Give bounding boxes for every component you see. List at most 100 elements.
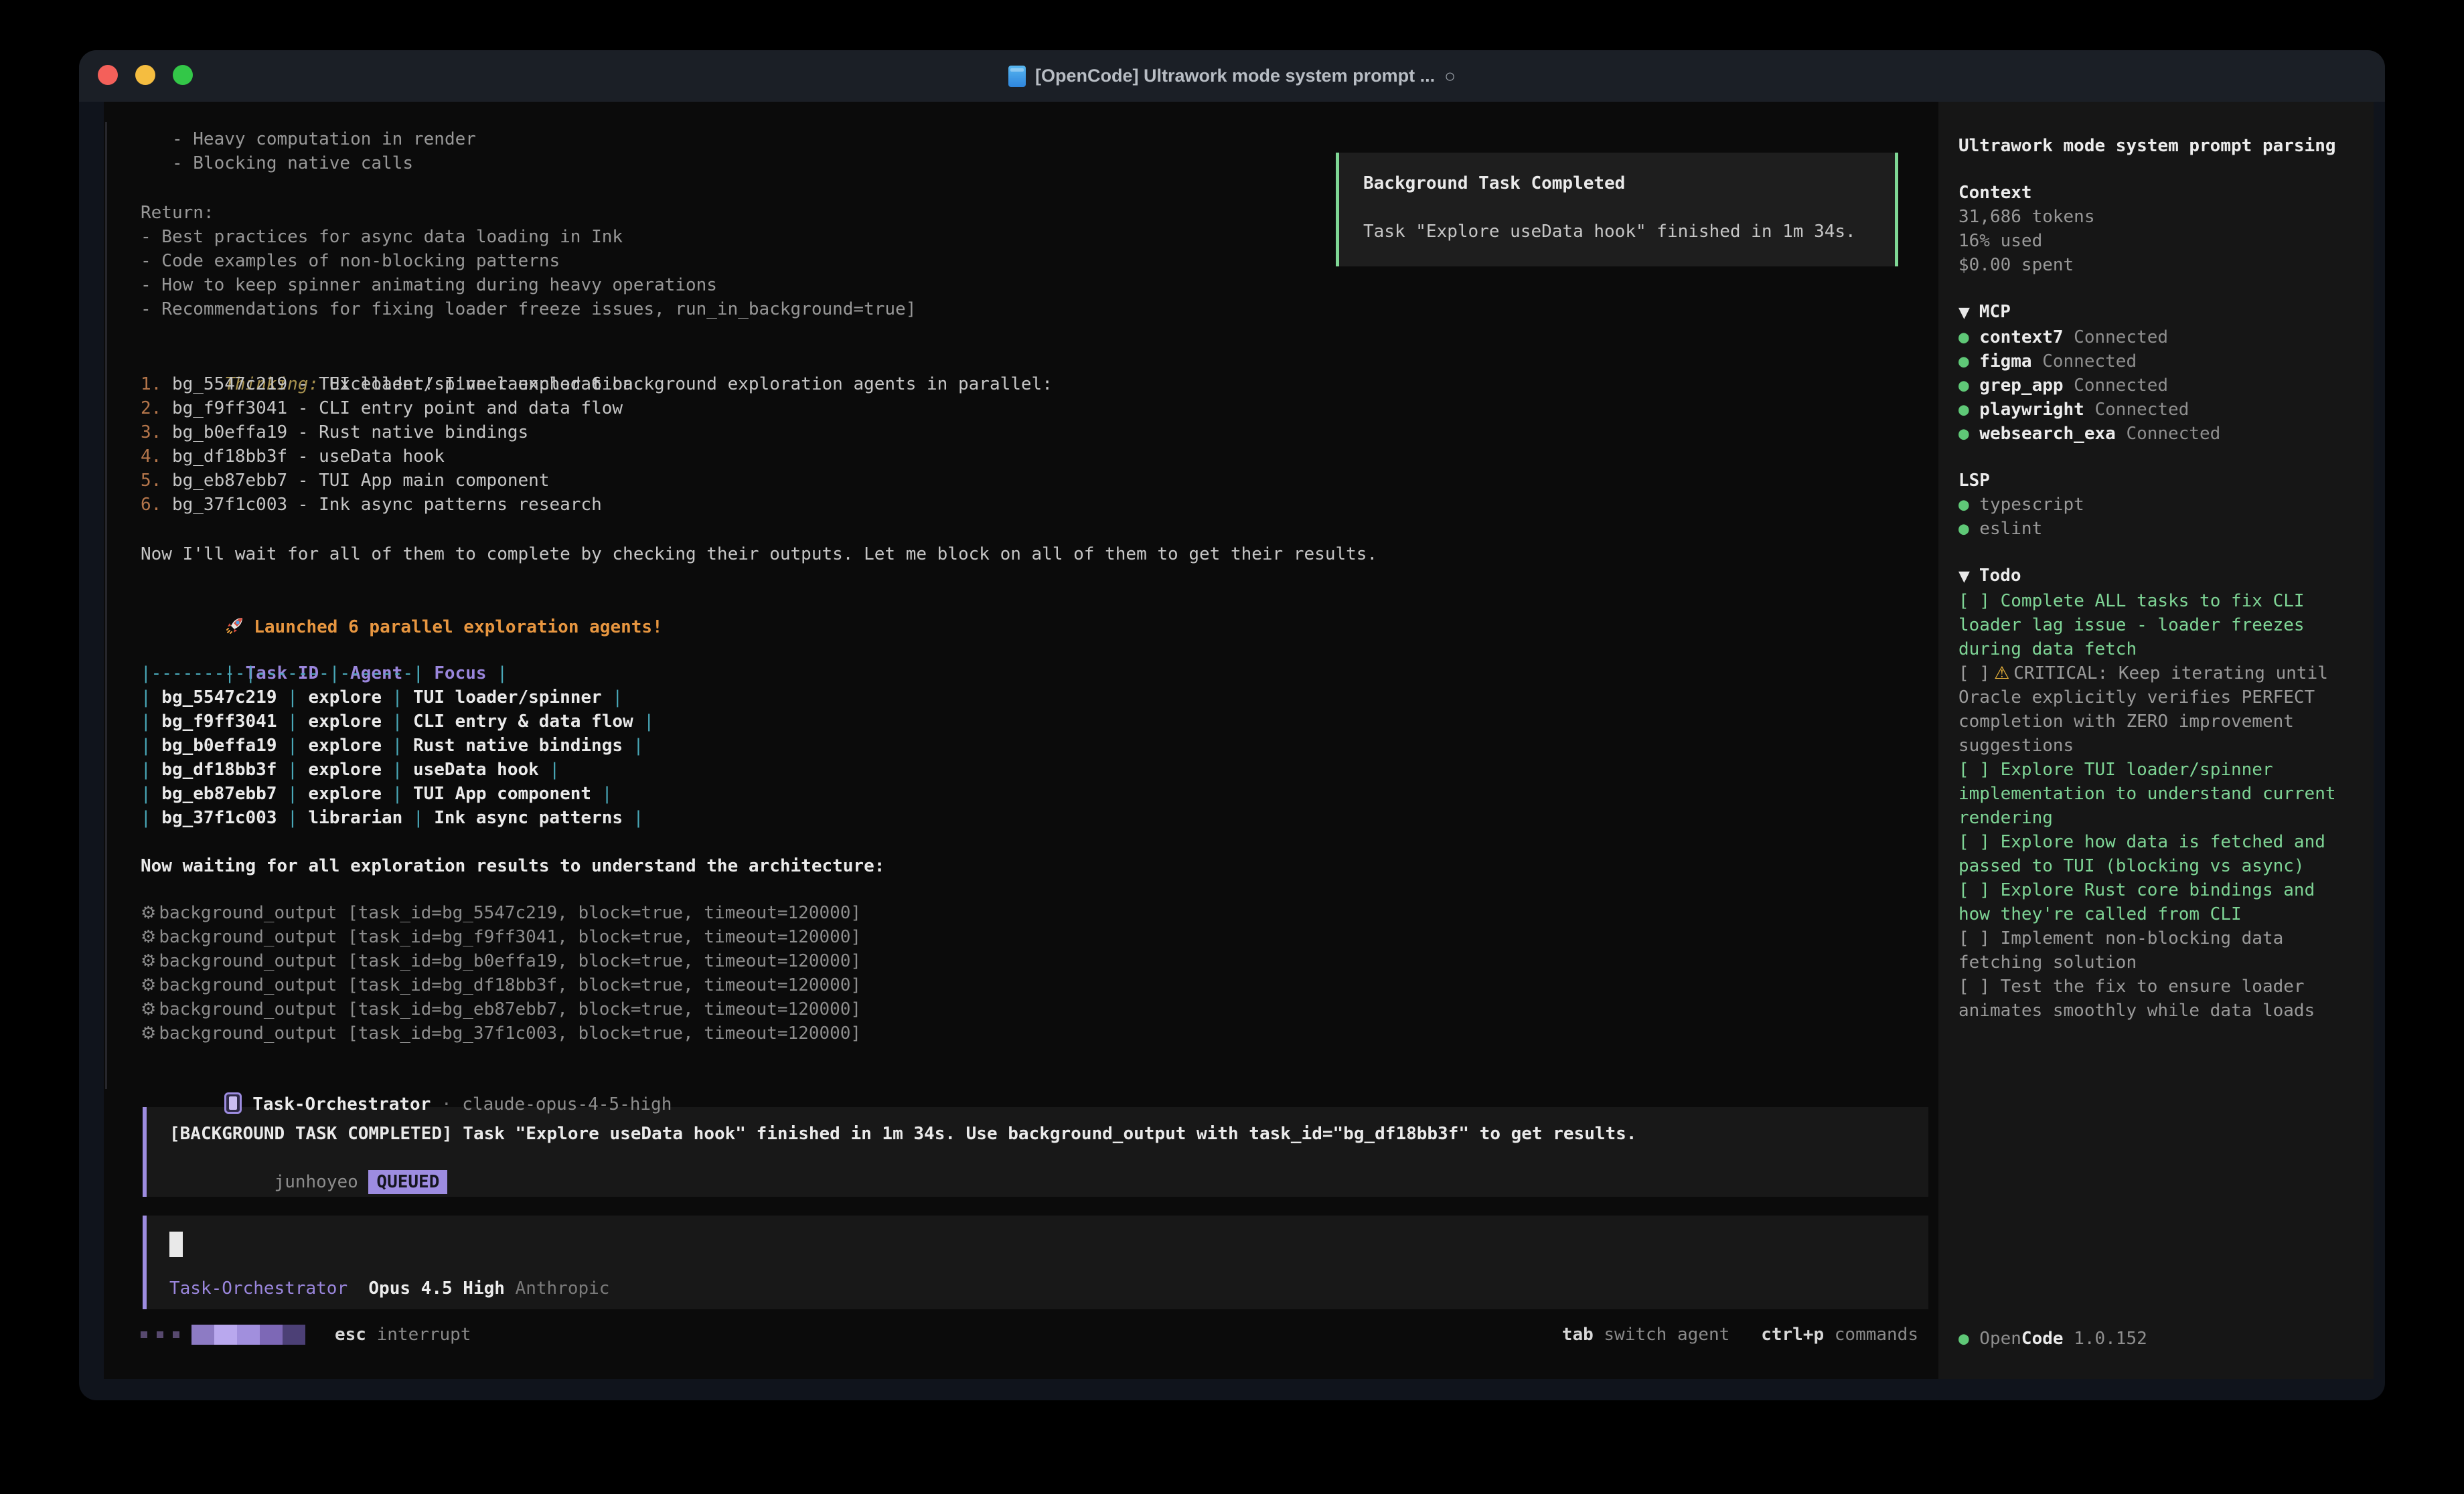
status-bar: escinterrupt tabswitch agent ctrl+pcomma… [141, 1323, 1918, 1347]
queued-status-badge: QUEUED [368, 1170, 447, 1194]
status-dot-icon: ● [1958, 519, 1969, 539]
agent-model: claude-opus-4-5-high [462, 1094, 672, 1114]
status-dot-icon: ● [1958, 495, 1969, 515]
tool-call-line: ⚙background_output [task_id=bg_37f1c003,… [141, 1021, 1938, 1046]
footer-agent-name[interactable]: Task-Orchestrator [169, 1278, 348, 1299]
todo-checkbox: [ ] [1958, 928, 1990, 948]
tool-call-line: ⚙background_output [task_id=bg_df18bb3f,… [141, 973, 1938, 997]
background-task-toast: Background Task Completed Task "Explore … [1336, 153, 1898, 266]
table-row: |bg_f9ff3041|explore|CLI entry & data fl… [141, 710, 1938, 734]
todo-checkbox: [ ] [1958, 880, 1990, 900]
window-title-text: [OpenCode] Ultrawork mode system prompt … [1035, 66, 1435, 86]
task-completed-message: [BACKGROUND TASK COMPLETED] Task "Explor… [169, 1122, 1928, 1146]
footer-provider: Anthropic [516, 1278, 610, 1299]
table-header-row: |Task ID|Agent|Focus| [141, 637, 1938, 661]
context-used: 16% used [1958, 229, 2354, 253]
tab-key-hint: tabswitch agent [1562, 1325, 1729, 1345]
agent-avatar-icon [224, 1092, 242, 1114]
agent-list-item: 4.bg_df18bb3f - useData hook [141, 444, 1938, 469]
todo-checkbox: [ ] [1958, 591, 1990, 611]
todo-section-header[interactable]: ▼Todo [1958, 564, 2354, 589]
table-separator-row: |---------|-------|-------| [141, 661, 1938, 685]
gear-icon: ⚙ [141, 975, 156, 995]
mcp-item: ●figmaConnected [1958, 349, 2354, 374]
agent-list-item: 3.bg_b0effa19 - Rust native bindings [141, 420, 1938, 444]
warning-icon: ⚠ [1994, 663, 2009, 683]
table-row: |bg_b0effa19|explore|Rust native binding… [141, 734, 1938, 758]
transcript-line: Now I'll wait for all of them to complet… [141, 542, 1938, 566]
window-title: [OpenCode] Ultrawork mode system prompt … [79, 50, 2385, 102]
footer-model[interactable]: Opus 4.5 High [368, 1278, 505, 1299]
spinner-dots-icon [141, 1331, 179, 1338]
thinking-line: Thinking: Excellent! I've launched 6 bac… [141, 348, 1938, 372]
status-dot-icon: ● [1958, 376, 1969, 396]
chat-transcript[interactable]: - Heavy computation in render - Blocking… [104, 102, 1938, 1379]
mcp-item: ●grep_appConnected [1958, 374, 2354, 398]
prompt-input[interactable]: Task-Orchestrator Opus 4.5 High Anthropic [143, 1216, 1928, 1309]
agent-list-item: 6.bg_37f1c003 - Ink async patterns resea… [141, 493, 1938, 517]
todo-item: [ ]⚠CRITICAL: Keep iterating until Oracl… [1958, 661, 2354, 758]
transcript-line: Now waiting for all exploration results … [141, 854, 1938, 878]
status-dot-icon: ● [1958, 1329, 1969, 1349]
spinner-gradient-icon [191, 1325, 305, 1345]
gear-icon: ⚙ [141, 999, 156, 1019]
status-dot-icon: ● [1958, 424, 1969, 444]
toast-body: Task "Explore useData hook" finished in … [1363, 220, 1895, 244]
esc-key-hint: esc [335, 1325, 366, 1345]
status-dot-icon: ● [1958, 351, 1969, 371]
ctrlp-key-hint: ctrl+pcommands [1761, 1325, 1918, 1345]
text-cursor [169, 1232, 183, 1257]
agent-header: Task-Orchestrator·claude-opus-4-5-high [141, 1068, 1938, 1092]
sidebar[interactable]: Ultrawork mode system prompt parsing Con… [1938, 102, 2374, 1379]
task-meta-row: junhoyeoQUEUED [169, 1146, 1928, 1170]
context-spent: $0.00 spent [1958, 253, 2354, 277]
tool-call-line: ⚙background_output [task_id=bg_b0effa19,… [141, 949, 1938, 973]
lsp-item: ●typescript [1958, 493, 2354, 517]
agent-list-item: 2.bg_f9ff3041 - CLI entry point and data… [141, 396, 1938, 420]
rocket-icon [224, 614, 246, 636]
todo-item: [ ] Complete ALL tasks to fix CLI loader… [1958, 589, 2354, 661]
todo-item: [ ] Explore Rust core bindings and how t… [1958, 878, 2354, 926]
status-dot-icon: ● [1958, 400, 1969, 420]
todo-checkbox: [ ] [1958, 663, 1990, 683]
status-dot-icon: ● [1958, 327, 1969, 347]
todo-checkbox: [ ] [1958, 977, 1990, 997]
chevron-down-icon[interactable]: ▼ [1958, 305, 1970, 321]
gear-icon: ⚙ [141, 903, 156, 923]
input-footer: Task-Orchestrator Opus 4.5 High Anthropic [169, 1278, 609, 1299]
todo-checkbox: [ ] [1958, 760, 1990, 780]
transcript-gutter-line [105, 122, 107, 1089]
document-icon [1008, 66, 1026, 87]
mcp-item: ●context7Connected [1958, 325, 2354, 349]
gear-icon: ⚙ [141, 951, 156, 971]
agent-name: Task-Orchestrator [252, 1094, 431, 1114]
session-title: Ultrawork mode system prompt parsing [1958, 134, 2354, 158]
tool-call-line: ⚙background_output [task_id=bg_eb87ebb7,… [141, 997, 1938, 1021]
todo-checkbox: [ ] [1958, 832, 1990, 852]
app-version: ●OpenCode1.0.152 [1958, 1329, 2147, 1349]
tool-call-line: ⚙background_output [task_id=bg_f9ff3041,… [141, 925, 1938, 949]
table-row: |bg_df18bb3f|explore|useData hook| [141, 758, 1938, 782]
mcp-section-header[interactable]: ▼MCP [1958, 300, 2354, 325]
app-window: [OpenCode] Ultrawork mode system prompt … [79, 50, 2385, 1400]
transcript-line: - How to keep spinner animating during h… [141, 273, 1938, 297]
table-row: |bg_37f1c003|librarian|Ink async pattern… [141, 806, 1938, 830]
context-heading: Context [1958, 181, 2354, 205]
title-bar[interactable]: [OpenCode] Ultrawork mode system prompt … [79, 50, 2385, 102]
transcript-line: - Heavy computation in render [141, 127, 1938, 151]
mcp-item: ●websearch_exaConnected [1958, 422, 2354, 446]
toast-title: Background Task Completed [1363, 171, 1895, 195]
table-row: |bg_eb87ebb7|explore|TUI App component| [141, 782, 1938, 806]
lsp-item: ●eslint [1958, 517, 2354, 541]
todo-item: [ ] Explore how data is fetched and pass… [1958, 830, 2354, 878]
table-row: |bg_5547c219|explore|TUI loader/spinner| [141, 685, 1938, 710]
gear-icon: ⚙ [141, 1023, 156, 1044]
username: junhoyeo [275, 1172, 358, 1192]
mcp-item: ●playwrightConnected [1958, 398, 2354, 422]
title-status-circle-icon: ○ [1444, 66, 1456, 87]
chevron-down-icon[interactable]: ▼ [1958, 568, 1970, 585]
launch-banner-text: Launched 6 parallel exploration agents! [254, 617, 662, 637]
transcript-line: - Recommendations for fixing loader free… [141, 297, 1938, 321]
launch-banner: Launched 6 parallel exploration agents! [141, 590, 1938, 614]
background-task-message-panel: [BACKGROUND TASK COMPLETED] Task "Explor… [143, 1107, 1928, 1197]
